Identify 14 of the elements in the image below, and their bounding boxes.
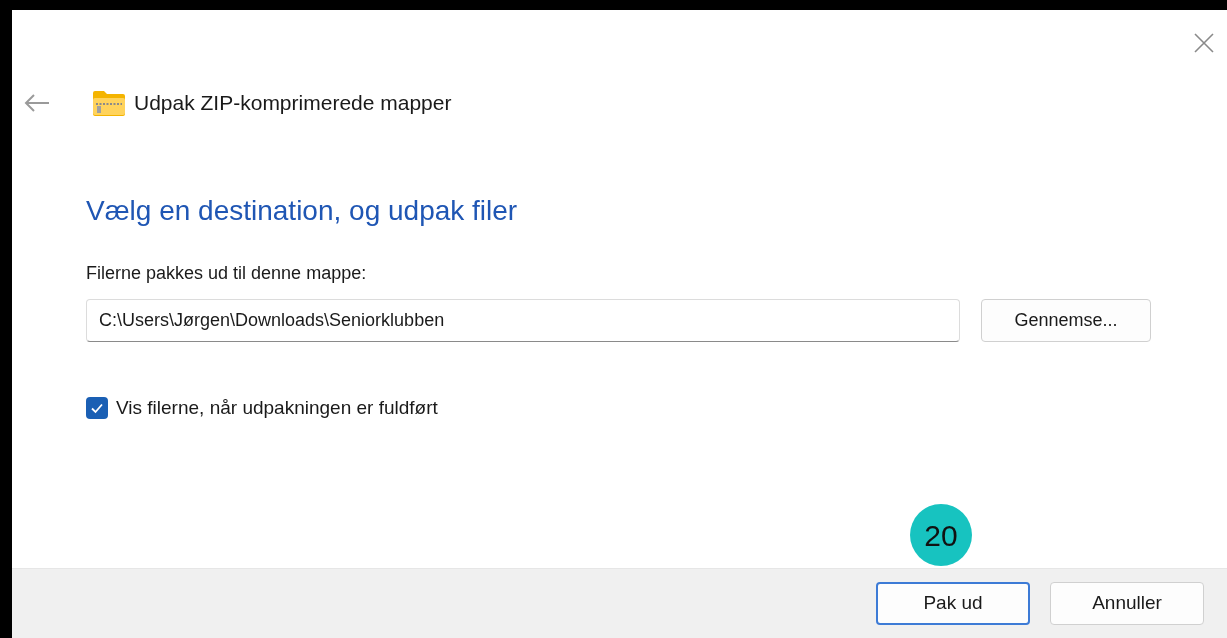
show-files-checkbox[interactable] bbox=[86, 397, 108, 420]
show-files-label: Vis filerne, når udpakningen er fuldført bbox=[116, 396, 438, 420]
dialog-button[interactable]: Annuller bbox=[1050, 582, 1204, 625]
dialog-button[interactable]: Pak ud bbox=[876, 582, 1030, 625]
destination-label: Filerne pakkes ud til denne mappe: bbox=[86, 262, 368, 285]
dialog-heading: Vælg en destination, og udpak filer bbox=[86, 194, 519, 228]
browse-button[interactable]: Gennemse... bbox=[981, 299, 1151, 342]
zip-folder-icon bbox=[92, 89, 126, 117]
destination-field[interactable]: C:\Users\Jørgen\Downloads\Seniorklubben bbox=[86, 299, 960, 342]
window-title: Udpak ZIP-komprimerede mapper bbox=[134, 90, 452, 117]
check-icon bbox=[90, 401, 104, 416]
close-icon[interactable] bbox=[1193, 32, 1215, 54]
back-arrow-icon[interactable] bbox=[24, 93, 50, 113]
step-badge: 20 bbox=[910, 504, 972, 566]
